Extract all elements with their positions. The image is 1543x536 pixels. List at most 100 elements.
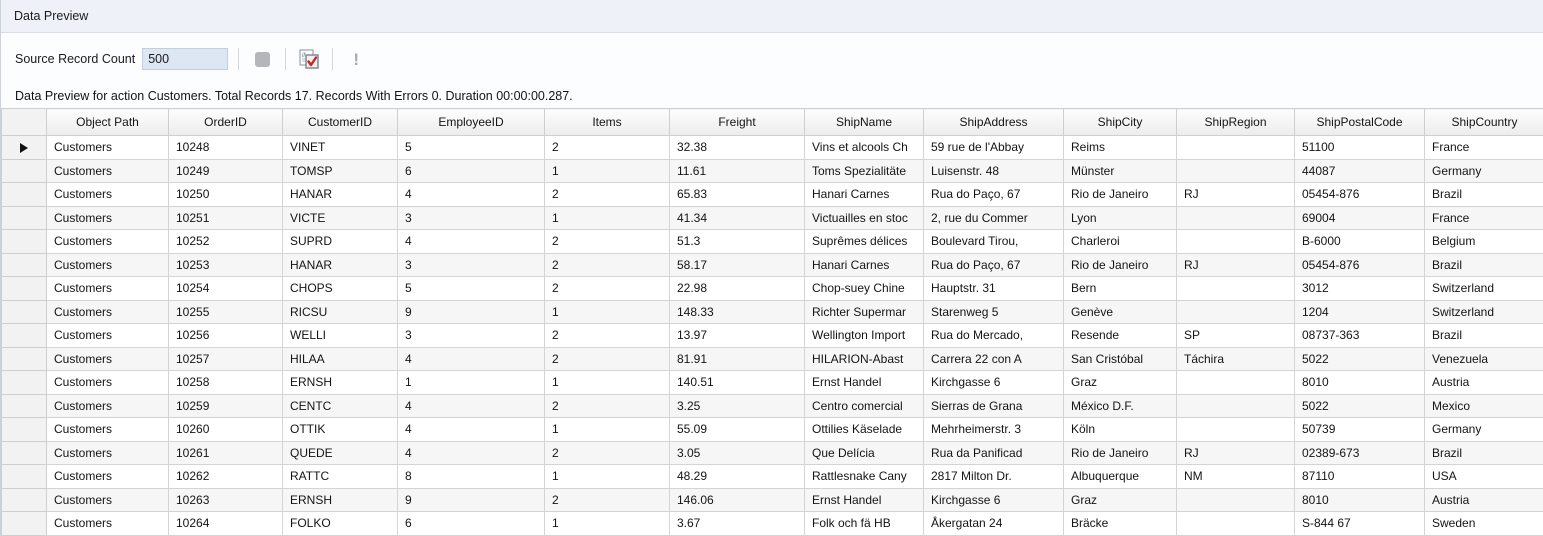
row-selector[interactable] — [2, 300, 47, 324]
cell[interactable] — [1177, 371, 1295, 395]
cell[interactable]: 1 — [545, 465, 670, 489]
stop-button[interactable] — [249, 46, 275, 72]
cell[interactable]: 10249 — [169, 159, 283, 183]
cell[interactable]: 3 — [398, 253, 545, 277]
cell[interactable]: 2, rue du Commer — [924, 206, 1064, 230]
cell[interactable]: Åkergatan 24 — [924, 512, 1064, 536]
cell[interactable]: Starenweg 5 — [924, 300, 1064, 324]
cell[interactable]: Customers — [47, 512, 169, 536]
row-selector[interactable] — [2, 159, 47, 183]
cell[interactable]: Graz — [1064, 371, 1177, 395]
cell[interactable]: 2 — [545, 488, 670, 512]
cell[interactable]: Brazil — [1425, 253, 1543, 277]
cell[interactable]: USA — [1425, 465, 1543, 489]
row-selector[interactable] — [2, 488, 47, 512]
cell[interactable]: Que Delícia — [805, 441, 924, 465]
column-header[interactable]: ShipRegion — [1177, 109, 1295, 136]
column-header[interactable]: ShipAddress — [924, 109, 1064, 136]
cell[interactable] — [1177, 394, 1295, 418]
cell[interactable]: 10262 — [169, 465, 283, 489]
cell[interactable]: Carrera 22 con A — [924, 347, 1064, 371]
cell[interactable]: Rua da Panificad — [924, 441, 1064, 465]
cell[interactable]: 3.67 — [670, 512, 805, 536]
cell[interactable]: Austria — [1425, 371, 1543, 395]
cell[interactable]: Brazil — [1425, 324, 1543, 348]
cell[interactable]: Bern — [1064, 277, 1177, 301]
cell[interactable]: 3012 — [1295, 277, 1425, 301]
cell[interactable]: 10263 — [169, 488, 283, 512]
cell[interactable]: Customers — [47, 300, 169, 324]
cell[interactable]: Customers — [47, 418, 169, 442]
cell[interactable]: Rua do Mercado, — [924, 324, 1064, 348]
cell[interactable]: Customers — [47, 136, 169, 160]
cell[interactable]: 11.61 — [670, 159, 805, 183]
cell[interactable]: Sweden — [1425, 512, 1543, 536]
row-selector[interactable] — [2, 277, 47, 301]
cell[interactable]: 1 — [545, 206, 670, 230]
cell[interactable]: FOLKO — [283, 512, 398, 536]
cell[interactable]: 4 — [398, 183, 545, 207]
cell[interactable]: RICSU — [283, 300, 398, 324]
column-header[interactable]: EmployeeID — [398, 109, 545, 136]
cell[interactable]: 10254 — [169, 277, 283, 301]
cell[interactable]: 2 — [545, 277, 670, 301]
cell[interactable]: QUEDE — [283, 441, 398, 465]
cell[interactable]: Suprêmes délices — [805, 230, 924, 254]
cell[interactable]: Luisenstr. 48 — [924, 159, 1064, 183]
cell[interactable]: 5 — [398, 277, 545, 301]
cell[interactable]: 6 — [398, 512, 545, 536]
cell[interactable]: France — [1425, 136, 1543, 160]
cell[interactable]: 44087 — [1295, 159, 1425, 183]
cell[interactable]: S-844 67 — [1295, 512, 1425, 536]
cell[interactable]: Brazil — [1425, 441, 1543, 465]
cell[interactable]: France — [1425, 206, 1543, 230]
cell[interactable]: Germany — [1425, 418, 1543, 442]
row-selector[interactable] — [2, 230, 47, 254]
cell[interactable]: 55.09 — [670, 418, 805, 442]
cell[interactable]: 8010 — [1295, 371, 1425, 395]
cell[interactable]: CHOPS — [283, 277, 398, 301]
cell[interactable]: Customers — [47, 441, 169, 465]
cell[interactable] — [1177, 159, 1295, 183]
cell[interactable]: 10257 — [169, 347, 283, 371]
cell[interactable]: 2 — [545, 324, 670, 348]
cell[interactable]: 4 — [398, 394, 545, 418]
cell[interactable]: NM — [1177, 465, 1295, 489]
cell[interactable]: 05454-876 — [1295, 183, 1425, 207]
cell[interactable]: Customers — [47, 347, 169, 371]
cell[interactable]: 10248 — [169, 136, 283, 160]
cell[interactable]: 1 — [545, 300, 670, 324]
cell[interactable]: 8010 — [1295, 488, 1425, 512]
cell[interactable]: Mexico — [1425, 394, 1543, 418]
cell[interactable]: 9 — [398, 488, 545, 512]
cell[interactable]: Rua do Paço, 67 — [924, 253, 1064, 277]
cell[interactable]: 140.51 — [670, 371, 805, 395]
row-selector[interactable] — [2, 347, 47, 371]
cell[interactable]: Centro comercial — [805, 394, 924, 418]
cell[interactable]: 148.33 — [670, 300, 805, 324]
cell[interactable]: Switzerland — [1425, 277, 1543, 301]
cell[interactable]: Charleroi — [1064, 230, 1177, 254]
cell[interactable]: 10261 — [169, 441, 283, 465]
cell[interactable]: 3.05 — [670, 441, 805, 465]
cell[interactable]: 3 — [398, 206, 545, 230]
cell[interactable]: 10250 — [169, 183, 283, 207]
cell[interactable]: 4 — [398, 347, 545, 371]
cell[interactable]: RJ — [1177, 183, 1295, 207]
row-selector[interactable] — [2, 253, 47, 277]
cell[interactable]: ERNSH — [283, 371, 398, 395]
cell[interactable]: 08737-363 — [1295, 324, 1425, 348]
cell[interactable]: Customers — [47, 159, 169, 183]
column-header[interactable]: ShipCountry — [1425, 109, 1543, 136]
cell[interactable]: Genève — [1064, 300, 1177, 324]
row-selector[interactable] — [2, 394, 47, 418]
cell[interactable]: Folk och fä HB — [805, 512, 924, 536]
cell[interactable]: Ottilies Käselade — [805, 418, 924, 442]
cell[interactable]: 1 — [545, 371, 670, 395]
cell[interactable]: 2 — [545, 230, 670, 254]
cell[interactable]: Vins et alcools Ch — [805, 136, 924, 160]
cell[interactable]: RATTC — [283, 465, 398, 489]
cell[interactable]: 10256 — [169, 324, 283, 348]
cell[interactable]: 22.98 — [670, 277, 805, 301]
cell[interactable]: 6 — [398, 159, 545, 183]
